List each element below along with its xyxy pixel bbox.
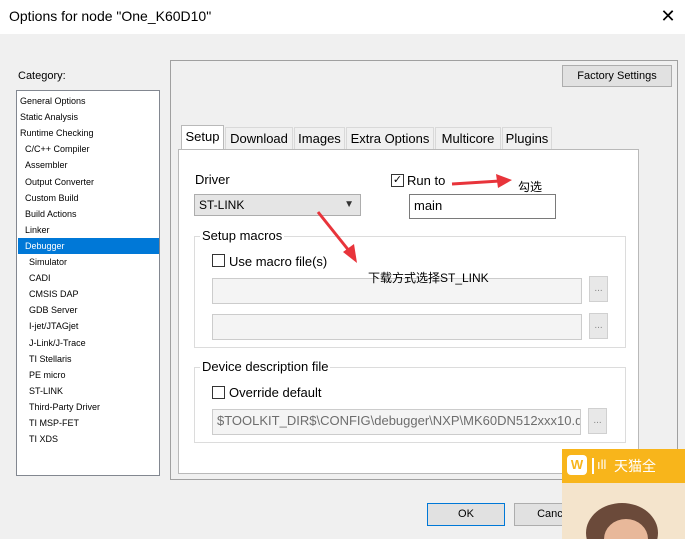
check-note: 勾选	[518, 180, 543, 194]
arrowhead-check-note	[496, 174, 512, 188]
driver-note: 下载方式选择ST_LINK	[368, 271, 489, 285]
arrow-to-driver-note	[316, 211, 352, 253]
ad-logo-icon: W	[567, 455, 587, 475]
ad-brand-text: 天猫全	[614, 458, 656, 474]
ad-photo-art	[562, 483, 685, 539]
ad-photo	[562, 483, 685, 539]
signal-icon: ıll	[597, 457, 607, 472]
arrow-to-check-note	[451, 179, 501, 186]
ad-divider	[592, 458, 594, 474]
ad-overlay[interactable]: W ıll 天猫全	[562, 449, 685, 539]
ok-button[interactable]: OK	[427, 503, 505, 526]
